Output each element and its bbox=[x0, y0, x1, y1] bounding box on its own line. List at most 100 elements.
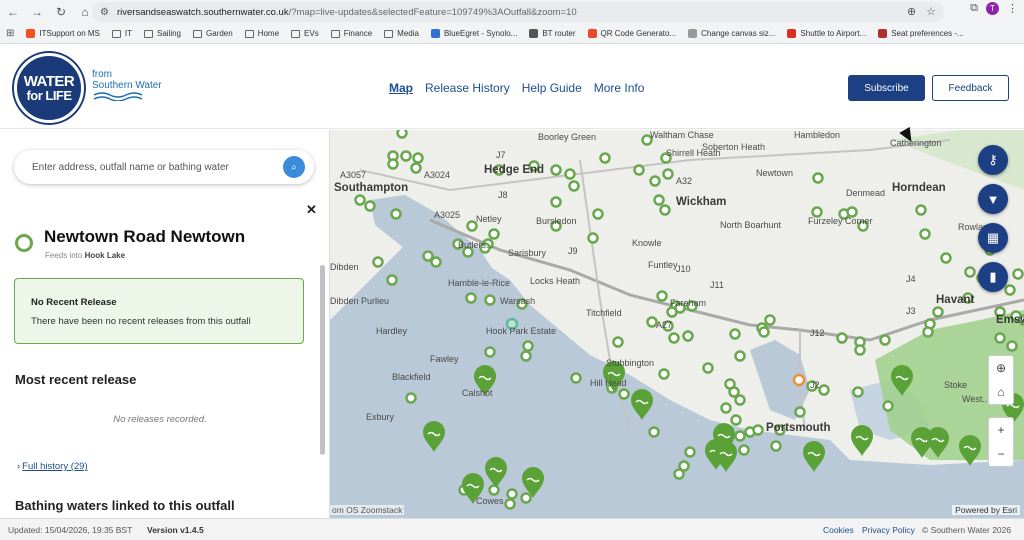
map-attribution-right[interactable]: Powered by Esri bbox=[952, 505, 1020, 515]
outfall-marker[interactable] bbox=[879, 334, 891, 346]
outfall-marker[interactable] bbox=[818, 384, 830, 396]
nav-more-info[interactable]: More Info bbox=[594, 81, 645, 95]
outfall-marker[interactable] bbox=[1012, 268, 1024, 280]
release-outfall-marker[interactable] bbox=[792, 373, 806, 387]
outfall-marker[interactable] bbox=[964, 266, 976, 278]
outfall-marker[interactable] bbox=[592, 208, 604, 220]
full-history-link[interactable]: › Full history (29) bbox=[17, 461, 88, 472]
outfall-marker[interactable] bbox=[1006, 340, 1018, 352]
outfall-marker[interactable] bbox=[673, 468, 685, 480]
zoom-in-button[interactable]: + bbox=[989, 418, 1013, 442]
search-icon[interactable]: ⌕ bbox=[283, 156, 305, 178]
outfall-marker[interactable] bbox=[504, 498, 516, 510]
outfall-marker[interactable] bbox=[794, 406, 806, 418]
outfall-marker[interactable] bbox=[648, 426, 660, 438]
bookmark-item[interactable]: QR Code Generato... bbox=[587, 29, 676, 38]
extensions-icon[interactable]: ⧉ bbox=[970, 2, 978, 15]
outfall-marker[interactable] bbox=[564, 168, 576, 180]
bookmark-item[interactable]: BT router bbox=[529, 29, 576, 38]
outfall-marker[interactable] bbox=[550, 196, 562, 208]
outfall-marker[interactable] bbox=[612, 336, 624, 348]
nav-map[interactable]: Map bbox=[389, 81, 413, 95]
outfall-marker[interactable] bbox=[684, 446, 696, 458]
apps-icon[interactable]: ⊞ bbox=[6, 28, 14, 39]
outfall-marker[interactable] bbox=[738, 444, 750, 456]
bookmark-item[interactable]: Shuttle to Airport... bbox=[787, 29, 866, 38]
site-info-icon[interactable]: ⚙ bbox=[100, 7, 109, 18]
outfall-marker[interactable] bbox=[568, 180, 580, 192]
outfall-marker[interactable] bbox=[649, 175, 661, 187]
map-view[interactable]: Southampton Hedge End Wickham Horndean Havan… bbox=[330, 130, 1024, 518]
reload-icon[interactable]: ↻ bbox=[50, 1, 72, 23]
outfall-marker[interactable] bbox=[618, 388, 630, 400]
outfall-marker[interactable] bbox=[570, 372, 582, 384]
bookmark-item[interactable]: BlueEgret - Synolo... bbox=[430, 29, 517, 38]
back-icon[interactable]: ← bbox=[2, 1, 24, 23]
outfall-marker[interactable] bbox=[940, 252, 952, 264]
outfall-marker[interactable] bbox=[662, 168, 674, 180]
bookmark-item[interactable]: ITSupport on MS bbox=[26, 29, 100, 38]
outfall-marker[interactable] bbox=[550, 164, 562, 176]
privacy-policy-link[interactable]: Privacy Policy bbox=[862, 525, 915, 535]
address-bar[interactable]: ⚙ riversandseaswatch.southernwater.co.uk… bbox=[92, 2, 944, 22]
outfall-marker[interactable] bbox=[396, 130, 408, 139]
forward-icon[interactable]: → bbox=[26, 1, 48, 23]
outfall-marker[interactable] bbox=[1004, 284, 1016, 296]
cookies-link[interactable]: Cookies bbox=[823, 525, 854, 535]
outfall-marker[interactable] bbox=[522, 340, 534, 352]
bathing-water-pin[interactable] bbox=[959, 435, 981, 466]
outfall-marker[interactable] bbox=[484, 346, 496, 358]
outfall-marker[interactable] bbox=[770, 440, 782, 452]
menu-icon[interactable]: ⋮ bbox=[1007, 2, 1018, 15]
outfall-marker[interactable] bbox=[729, 328, 741, 340]
bookmark-item[interactable]: Garden bbox=[193, 29, 233, 38]
outfall-marker[interactable] bbox=[682, 330, 694, 342]
outfall-marker[interactable] bbox=[836, 332, 848, 344]
outfall-marker[interactable] bbox=[354, 194, 366, 206]
outfall-marker[interactable] bbox=[400, 150, 412, 162]
outfall-marker[interactable] bbox=[720, 402, 732, 414]
map-layers-icon[interactable]: ▦ bbox=[978, 223, 1008, 253]
outfall-marker[interactable] bbox=[752, 424, 764, 436]
bookmark-item[interactable]: Home bbox=[244, 29, 279, 38]
outfall-marker[interactable] bbox=[730, 414, 742, 426]
outfall-marker[interactable] bbox=[386, 274, 398, 286]
outfall-marker[interactable] bbox=[484, 294, 496, 306]
outfall-marker[interactable] bbox=[372, 256, 384, 268]
outfall-marker[interactable] bbox=[506, 488, 518, 500]
star-icon[interactable]: ☆ bbox=[926, 5, 936, 18]
outfall-marker[interactable] bbox=[656, 290, 668, 302]
outfall-marker[interactable] bbox=[812, 172, 824, 184]
zoom-icon[interactable]: ⊕ bbox=[907, 5, 916, 18]
outfall-marker[interactable] bbox=[734, 350, 746, 362]
outfall-marker[interactable] bbox=[852, 386, 864, 398]
bookmark-item[interactable]: Finance bbox=[330, 29, 372, 38]
panel-scrollbar[interactable] bbox=[320, 265, 325, 455]
outfall-marker[interactable] bbox=[412, 152, 424, 164]
filter-icon[interactable]: ▼ bbox=[978, 184, 1008, 214]
outfall-marker[interactable] bbox=[405, 392, 417, 404]
outfall-marker[interactable] bbox=[390, 208, 402, 220]
subscribe-button[interactable]: Subscribe bbox=[848, 75, 925, 101]
bookmark-item[interactable]: Seat preferences -... bbox=[878, 29, 964, 38]
bookmark-item[interactable]: EVs bbox=[291, 29, 319, 38]
home-extent-icon[interactable]: ⌂ bbox=[989, 380, 1013, 404]
nav-help-guide[interactable]: Help Guide bbox=[522, 81, 582, 95]
bookmark-item[interactable]: IT bbox=[111, 29, 132, 38]
outfall-marker[interactable] bbox=[520, 350, 532, 362]
outfall-marker[interactable] bbox=[882, 400, 894, 412]
outfall-marker[interactable] bbox=[465, 292, 477, 304]
outfall-marker[interactable] bbox=[854, 344, 866, 356]
outfall-marker[interactable] bbox=[599, 152, 611, 164]
outfall-marker[interactable] bbox=[658, 368, 670, 380]
outfall-marker[interactable] bbox=[702, 362, 714, 374]
outfall-marker[interactable] bbox=[764, 314, 776, 326]
outfall-marker[interactable] bbox=[915, 204, 927, 216]
nav-release-history[interactable]: Release History bbox=[425, 81, 510, 95]
bookmark-item[interactable]: Media bbox=[384, 29, 419, 38]
outfall-marker[interactable] bbox=[410, 162, 422, 174]
profile-avatar[interactable]: T bbox=[986, 2, 999, 15]
outfall-marker[interactable] bbox=[587, 232, 599, 244]
outfall-marker[interactable] bbox=[653, 194, 665, 206]
outfall-marker[interactable] bbox=[488, 228, 500, 240]
